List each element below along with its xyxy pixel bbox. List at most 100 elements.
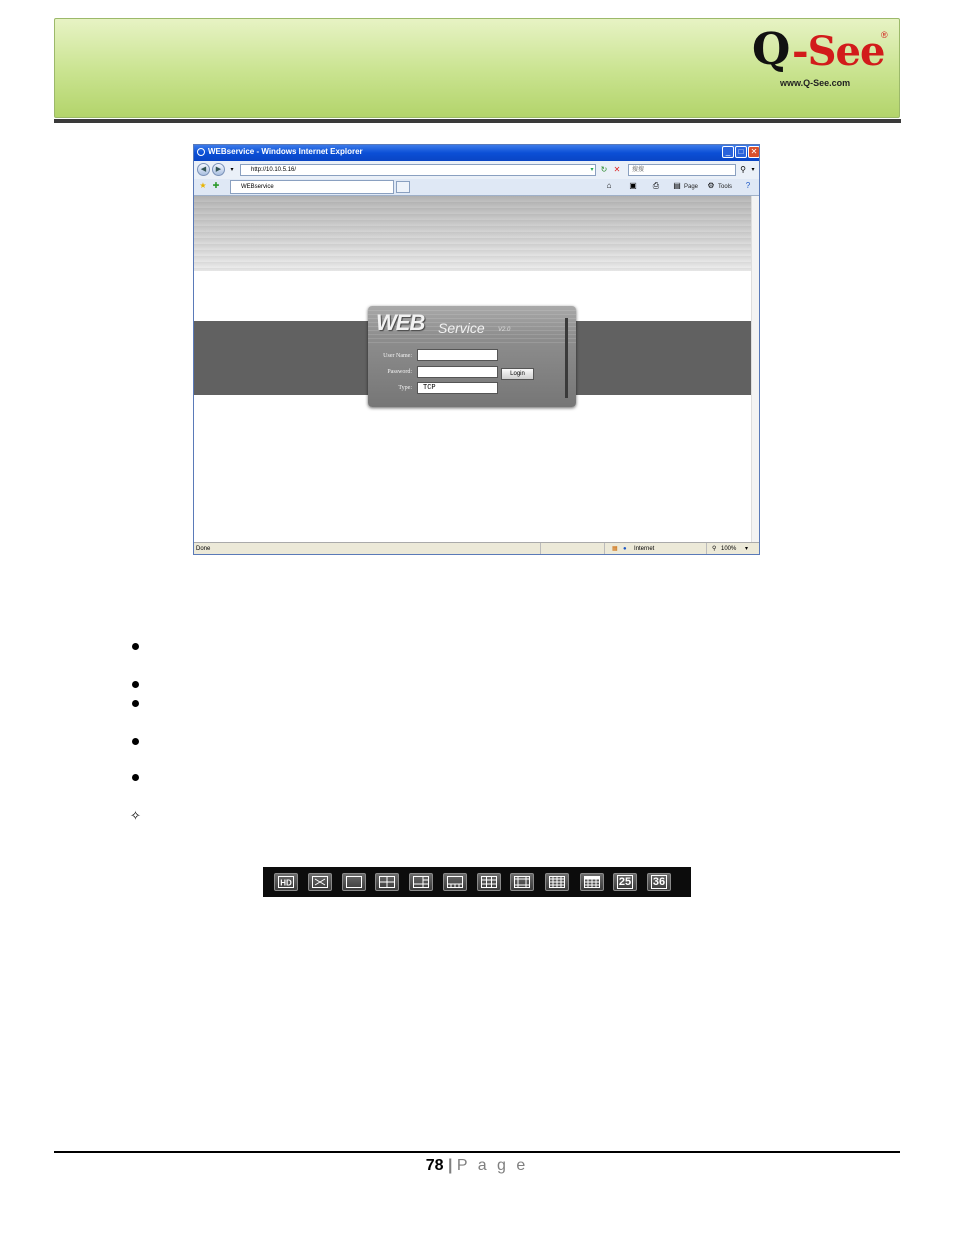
address-dropdown-icon[interactable]: ▾ xyxy=(587,165,597,175)
page-separator: | xyxy=(447,1157,453,1174)
layout-6-button[interactable] xyxy=(409,873,433,891)
layout-13-icon xyxy=(514,876,530,888)
home-icon[interactable]: ⌂ xyxy=(604,181,614,191)
search-placeholder: 搜搜 xyxy=(632,167,645,173)
maximize-button[interactable]: □ xyxy=(735,146,747,158)
ie-icon xyxy=(197,148,205,156)
zoom-dropdown-icon[interactable]: ▾ xyxy=(745,543,748,554)
help-icon[interactable]: ? xyxy=(743,181,753,191)
layout-6-icon xyxy=(413,876,429,888)
panel-scrollbar[interactable] xyxy=(565,318,568,398)
layout-9-icon xyxy=(481,876,497,888)
minimize-button[interactable]: _ xyxy=(722,146,734,158)
password-label: Password: xyxy=(387,369,412,375)
footer-rule xyxy=(54,1151,900,1153)
address-text: http://10.10.5.16/ xyxy=(251,167,297,173)
tools-icon: ⚙ xyxy=(707,181,715,190)
zone-text: Internet xyxy=(634,546,655,552)
browser-window: WEBservice - Windows Internet Explorer _… xyxy=(193,144,760,555)
page-content: WEB Service V2.0 User Name: Password: Lo… xyxy=(194,196,751,542)
print-icon[interactable]: ⎙ xyxy=(651,181,661,191)
title-bar: WEBservice - Windows Internet Explorer _… xyxy=(194,145,759,161)
layout-1-button[interactable] xyxy=(342,873,366,891)
top-gradient-band xyxy=(194,196,751,271)
logo-see: -See xyxy=(792,28,885,75)
layout-4-icon xyxy=(379,876,395,888)
nav-dropdown-icon[interactable]: ▾ xyxy=(227,165,237,175)
username-label: User Name: xyxy=(383,353,412,359)
page-footer: 78 | P a g e xyxy=(0,1157,954,1175)
tab-label: WEBservice xyxy=(241,184,274,190)
layout-8-button[interactable] xyxy=(443,873,467,891)
logo-registered: ® xyxy=(881,30,888,40)
web-logo: WEB xyxy=(376,310,425,335)
tab-webservice[interactable]: WEBservice xyxy=(230,180,394,194)
bullet-point xyxy=(132,700,139,707)
hd-icon: HD xyxy=(278,876,294,888)
layout-8-icon xyxy=(447,876,463,888)
refresh-icon[interactable]: ↻ xyxy=(599,165,609,175)
status-bar: Done ▦ ● Internet ⚲ 100% ▾ xyxy=(194,542,759,554)
status-divider xyxy=(604,543,605,554)
tools-menu[interactable]: Tools xyxy=(718,182,732,192)
logo-q: Q xyxy=(752,24,791,75)
search-input[interactable]: 搜搜 xyxy=(628,164,736,176)
forward-button[interactable]: ▶ xyxy=(212,163,225,176)
layout-16-icon xyxy=(549,876,565,888)
status-divider xyxy=(706,543,707,554)
address-bar[interactable]: http://10.10.5.16/ xyxy=(240,164,596,176)
fullscreen-icon xyxy=(312,876,328,888)
username-input[interactable] xyxy=(417,349,498,361)
zoom-icon[interactable]: ⚲ xyxy=(712,543,716,554)
version-label: V2.0 xyxy=(498,327,511,333)
add-favorites-icon[interactable]: ✚ xyxy=(211,181,221,191)
service-logo: Service xyxy=(438,320,485,336)
login-panel: WEB Service V2.0 User Name: Password: Lo… xyxy=(368,306,576,407)
feeds-icon[interactable]: ▣ xyxy=(628,181,638,191)
type-value: TCP xyxy=(423,384,436,392)
layout-20-icon xyxy=(584,876,600,888)
status-divider xyxy=(540,543,541,554)
bullet-point xyxy=(132,643,139,650)
window-title: WEBservice - Windows Internet Explorer xyxy=(208,147,363,156)
search-icon[interactable]: ⚲ xyxy=(738,165,748,175)
logo-url: www.Q-See.com xyxy=(780,78,851,88)
page-menu[interactable]: Page xyxy=(684,182,698,192)
layout-1-icon xyxy=(346,876,362,888)
vertical-scrollbar[interactable] xyxy=(751,196,759,542)
status-text: Done xyxy=(196,546,211,552)
new-tab-button[interactable] xyxy=(396,181,410,193)
layout-16-button[interactable] xyxy=(545,873,569,891)
page-icon: ▤ xyxy=(673,181,681,190)
type-select[interactable]: TCP xyxy=(417,382,498,394)
address-row: ◀ ▶ ▾ http://10.10.5.16/ ▾ ↻ ✕ 搜搜 ⚲ ▾ xyxy=(194,161,759,179)
qsee-logo: Q -See ® www.Q-See.com xyxy=(752,28,892,94)
layout-toolbar: HD 25 36 xyxy=(263,867,691,897)
layout-36-button[interactable]: 36 xyxy=(647,873,671,891)
bullet-point xyxy=(132,738,139,745)
hd-button[interactable]: HD xyxy=(274,873,298,891)
fullscreen-button[interactable] xyxy=(308,873,332,891)
header-rule xyxy=(54,119,901,123)
page-number: 78 xyxy=(425,1157,444,1174)
type-label: Type: xyxy=(398,385,412,391)
back-button[interactable]: ◀ xyxy=(197,163,210,176)
tab-row: ★ ✚ WEBservice ⌂ ▣ ⎙ ▤ Page ⚙ Tools ? xyxy=(194,179,759,196)
protected-mode-icon: ▦ xyxy=(612,546,618,552)
close-button[interactable]: ✕ xyxy=(748,146,759,158)
bullet-point xyxy=(132,774,139,781)
page-word: P a g e xyxy=(456,1157,529,1174)
password-input[interactable] xyxy=(417,366,498,378)
layout-25-button[interactable]: 25 xyxy=(613,873,637,891)
layout-13-button[interactable] xyxy=(510,873,534,891)
login-button[interactable]: Login xyxy=(501,368,534,380)
diamond-bullet-icon: ✧ xyxy=(130,808,141,823)
layout-4-button[interactable] xyxy=(375,873,399,891)
bullet-point xyxy=(132,681,139,688)
favorites-star-icon[interactable]: ★ xyxy=(198,181,208,191)
layout-9-button[interactable] xyxy=(477,873,501,891)
layout-20-button[interactable] xyxy=(580,873,604,891)
search-dropdown-icon[interactable]: ▾ xyxy=(748,165,758,175)
stop-icon[interactable]: ✕ xyxy=(612,165,622,175)
zoom-level[interactable]: 100% xyxy=(721,543,736,554)
